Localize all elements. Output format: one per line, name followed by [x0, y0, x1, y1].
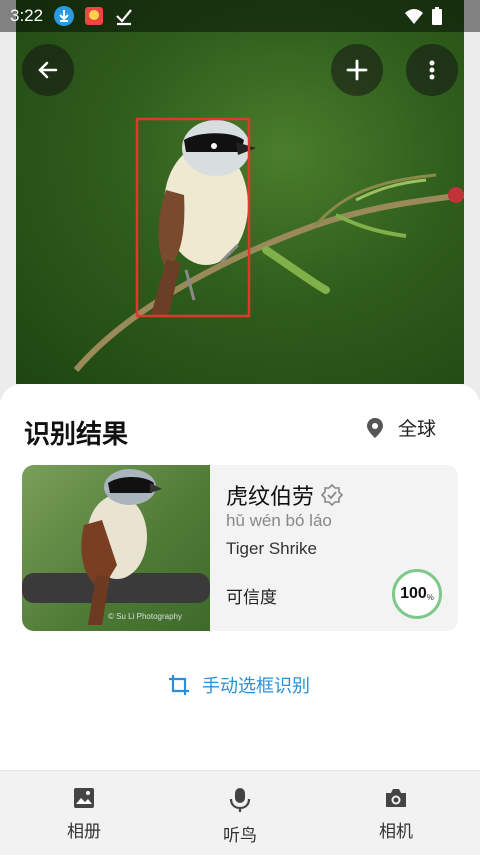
region-selector[interactable]: 全球 [366, 414, 436, 441]
manual-select-button[interactable]: 手动选框识别 [168, 672, 310, 698]
camera-icon [386, 789, 406, 807]
thumbnail-credit: © Su Li Photography [108, 612, 182, 621]
nav-camera[interactable]: 相机 [346, 787, 446, 842]
status-bar: 3:22 [0, 0, 480, 32]
image-icon [74, 788, 94, 808]
bird-photo [16, 0, 464, 384]
plus-icon [346, 59, 368, 81]
nav-listen-label: 听鸟 [223, 826, 257, 845]
result-sheet: 识别结果 全球 © Su Li Photography 虎纹伯劳 hǔ wén … [0, 384, 480, 770]
species-name-row: 虎纹伯劳 [226, 479, 344, 511]
bird-photo-illustration [73, 117, 464, 372]
result-title: 识别结果 [24, 419, 129, 449]
check-done-icon [114, 6, 134, 26]
species-name-en: Tiger Shrike [226, 539, 318, 558]
nav-album[interactable]: 相册 [34, 787, 134, 842]
bottom-nav: 相册 听鸟 相机 [0, 770, 480, 855]
wifi-icon [404, 6, 424, 26]
species-name-cn: 虎纹伯劳 [226, 484, 315, 509]
add-button[interactable] [331, 44, 383, 96]
confidence-indicator: 100 % [392, 569, 442, 619]
more-options-button[interactable] [406, 44, 458, 96]
species-thumbnail: © Su Li Photography [22, 465, 210, 631]
app-notification-icon [84, 6, 104, 26]
species-result-card[interactable]: © Su Li Photography 虎纹伯劳 hǔ wén bó láo T… [22, 465, 458, 631]
status-time: 3:22 [10, 6, 44, 25]
download-icon [54, 6, 74, 26]
nav-camera-label: 相机 [379, 822, 413, 841]
manual-select-label: 手动选框识别 [202, 676, 310, 696]
confidence-label: 可信度 [226, 588, 277, 607]
more-vertical-icon [429, 60, 435, 80]
verified-badge-icon [320, 483, 344, 507]
back-button[interactable] [22, 44, 74, 96]
region-label: 全球 [398, 419, 437, 440]
confidence-value: 100 [400, 585, 427, 602]
crop-icon [169, 675, 189, 695]
battery-icon [430, 6, 444, 26]
microphone-icon [229, 788, 251, 812]
nav-listen[interactable]: 听鸟 [190, 787, 290, 846]
thumbnail-illustration [22, 469, 210, 625]
nav-album-label: 相册 [67, 822, 101, 841]
confidence-unit: % [426, 592, 434, 602]
location-pin-icon [367, 417, 383, 438]
species-pinyin: hǔ wén bó láo [226, 511, 332, 530]
back-arrow-icon [38, 61, 58, 79]
